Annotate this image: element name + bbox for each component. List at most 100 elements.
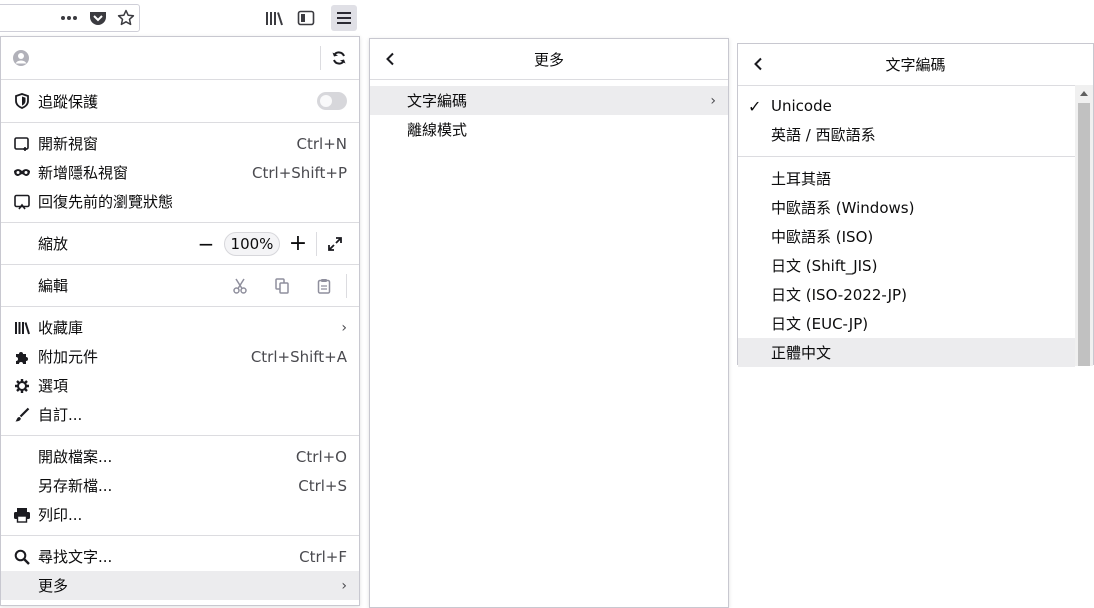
shortcut-label: Ctrl+O (295, 447, 347, 466)
tracking-protection-label: 追蹤保護 (38, 92, 99, 111)
menu-item-open-file[interactable]: 開啟檔案... Ctrl+O (1, 442, 359, 471)
encoding-item[interactable]: 中歐語系 (Windows) (738, 193, 1075, 222)
shortcut-label: Ctrl+N (296, 134, 347, 153)
zoom-in-button[interactable]: + (286, 231, 310, 256)
sync-row[interactable] (1, 37, 359, 79)
menu-item-label: 更多 (38, 577, 69, 595)
menu-item-save-as[interactable]: 另存新檔... Ctrl+S (1, 471, 359, 500)
shortcut-label: Ctrl+F (299, 547, 347, 566)
hamburger-menu-icon[interactable] (331, 5, 357, 31)
pocket-icon[interactable] (85, 5, 111, 31)
sync-refresh-icon[interactable] (331, 50, 347, 66)
menu-item-label: 另存新檔... (38, 477, 113, 495)
subview-title: 文字編碼 (885, 56, 946, 74)
scroll-up-arrow-icon[interactable] (1080, 91, 1088, 96)
search-icon (12, 547, 32, 567)
menu-item-label: 列印... (38, 506, 83, 524)
encoding-item[interactable]: 日文 (ISO-2022-JP) (738, 280, 1075, 309)
zoom-row: 縮放 − 100% + (1, 223, 359, 264)
subview-header: 文字編碼 (738, 44, 1093, 85)
menu-item-label: 正體中文 (771, 344, 832, 362)
menu-item-new-private-window[interactable]: 新增隱私視窗 Ctrl+Shift+P (1, 158, 359, 187)
divider (346, 273, 347, 298)
menu-item-label: 附加元件 (38, 348, 99, 366)
menu-item-label: 土耳其語 (771, 170, 832, 188)
fullscreen-icon[interactable] (323, 232, 347, 256)
scrollbar-thumb[interactable] (1078, 103, 1090, 366)
menu-item-new-window[interactable]: 開新視窗 Ctrl+N (1, 129, 359, 158)
menu-item-label: 中歐語系 (Windows) (771, 199, 915, 217)
menu-item-options[interactable]: 選項 (1, 371, 359, 400)
gear-icon (12, 376, 32, 396)
tracking-protection-row[interactable]: 追蹤保護 (1, 80, 359, 122)
subview-title: 更多 (533, 50, 564, 69)
menu-item-offline-mode[interactable]: 離線模式 (370, 115, 728, 144)
encoding-item-western[interactable]: 英語 / 西歐語系 (738, 120, 1075, 149)
menu-item-restore-session[interactable]: 回復先前的瀏覽狀態 (1, 187, 359, 216)
shortcut-label: Ctrl+Shift+A (250, 347, 347, 366)
menu-item-find[interactable]: 尋找文字... Ctrl+F (1, 542, 359, 571)
zoom-reset-button[interactable]: 100% (224, 231, 280, 256)
menu-item-label: 文字編碼 (407, 92, 468, 110)
bookmark-star-icon[interactable] (113, 5, 139, 31)
shortcut-label: Ctrl+S (298, 476, 347, 495)
encoding-item[interactable]: 土耳其語 (738, 164, 1075, 193)
back-arrow-icon[interactable] (380, 49, 400, 69)
cut-icon[interactable] (226, 274, 254, 298)
encoding-item[interactable]: 日文 (EUC-JP) (738, 309, 1075, 338)
sidebar-icon[interactable] (293, 5, 319, 31)
chevron-right-icon: › (341, 319, 347, 336)
zoom-out-button[interactable]: − (194, 232, 218, 256)
tracking-protection-toggle[interactable] (317, 92, 347, 110)
new-window-icon (12, 134, 32, 154)
back-arrow-icon[interactable] (748, 54, 768, 74)
encoding-item[interactable]: 日文 (Shift_JIS) (738, 251, 1075, 280)
menu-item-label: 尋找文字... (38, 548, 113, 566)
puzzle-icon (12, 347, 32, 367)
divider (316, 231, 317, 256)
encoding-item-unicode[interactable]: ✓ Unicode (738, 91, 1075, 120)
chevron-right-icon: › (710, 92, 716, 109)
paste-icon[interactable] (310, 274, 338, 298)
menu-item-addons[interactable]: 附加元件 Ctrl+Shift+A (1, 342, 359, 371)
menu-item-label: 自訂... (38, 406, 83, 424)
menu-item-print[interactable]: 列印... (1, 500, 359, 529)
menu-item-label: 英語 / 西歐語系 (771, 126, 876, 144)
checkmark-icon: ✓ (748, 97, 762, 116)
library-icon (12, 318, 32, 338)
chevron-right-icon: › (341, 577, 347, 594)
menu-item-label: 中歐語系 (ISO) (771, 228, 874, 246)
edit-label: 編輯 (38, 277, 69, 295)
menu-item-label: 開啟檔案... (38, 448, 113, 466)
menu-item-customize[interactable]: 自訂... (1, 400, 359, 429)
encoding-item[interactable]: 正體中文 (738, 338, 1075, 367)
menu-item-label: 日文 (EUC-JP) (771, 315, 869, 333)
edit-row: 編輯 (1, 265, 359, 306)
shield-icon (12, 91, 32, 111)
menu-item-library[interactable]: 收藏庫 › (1, 313, 359, 342)
library-icon[interactable] (261, 5, 287, 31)
menu-item-label: 選項 (38, 377, 69, 395)
encoding-item[interactable]: 中歐語系 (ISO) (738, 222, 1075, 251)
menu-item-label: 開新視窗 (38, 135, 99, 153)
menu-item-label: 新增隱私視窗 (38, 164, 129, 182)
text-encoding-panel: 文字編碼 ✓ Unicode 英語 / 西歐語系 土耳其語 中歐語系 (Wind… (737, 43, 1094, 367)
menu-item-label: 日文 (Shift_JIS) (771, 257, 878, 275)
menu-item-label: 日文 (ISO-2022-JP) (771, 286, 907, 304)
more-dots-icon[interactable] (56, 5, 82, 31)
shortcut-label: Ctrl+Shift+P (252, 163, 347, 182)
restore-session-icon (12, 192, 32, 212)
main-menu-panel: 追蹤保護 開新視窗 Ctrl+N 新增隱私視窗 Ctrl+Shift+P 回復先… (0, 36, 360, 606)
paintbrush-icon (12, 405, 32, 425)
menu-item-label: 離線模式 (407, 121, 468, 139)
menu-item-text-encoding[interactable]: 文字編碼 › (370, 86, 728, 115)
divider (320, 46, 321, 70)
menu-item-more[interactable]: 更多 › (1, 571, 359, 600)
scrollbar[interactable] (1075, 85, 1093, 366)
zoom-label: 縮放 (38, 235, 69, 253)
menu-item-label: 回復先前的瀏覽狀態 (38, 193, 174, 211)
menu-item-label: Unicode (771, 96, 832, 115)
menu-item-label: 收藏庫 (38, 319, 84, 337)
avatar-icon (13, 50, 29, 66)
copy-icon[interactable] (268, 274, 296, 298)
